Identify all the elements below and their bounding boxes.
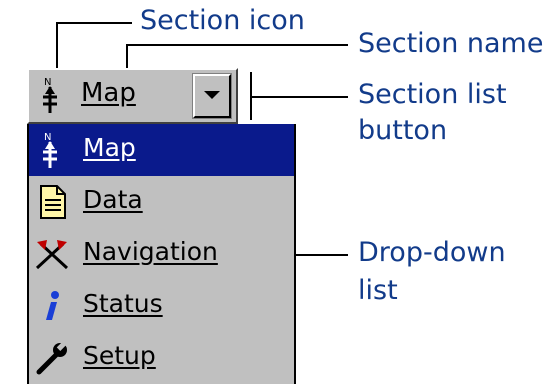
callout-section-name: Section name — [358, 28, 544, 59]
callout-section-icon: Section icon — [140, 5, 305, 36]
document-icon — [40, 185, 66, 219]
dropdown-item-label: Data — [83, 185, 143, 214]
callout-dropdown-list-line2: list — [358, 275, 398, 306]
north-arrow-icon: N — [43, 77, 57, 113]
dropdown-item-label: Map — [83, 133, 136, 162]
leader-line-section-list-button — [250, 96, 348, 98]
section-list-button[interactable] — [192, 73, 232, 119]
callout-dropdown-list-line1: Drop-down — [358, 237, 506, 268]
dropdown-item-label: Setup — [83, 341, 156, 370]
leader-line-section-name-horizontal — [126, 44, 348, 46]
section-dropdown-list[interactable]: N Map Data Navigation Status Setup — [27, 124, 296, 384]
dropdown-item-map[interactable]: N Map — [29, 124, 294, 176]
crossed-flags-icon — [35, 240, 69, 270]
dropdown-item-status[interactable]: Status — [29, 280, 294, 332]
info-icon — [46, 291, 59, 320]
leader-line-section-icon-vertical — [56, 22, 58, 70]
dropdown-item-data[interactable]: Data — [29, 176, 294, 228]
wrench-icon — [36, 341, 67, 375]
dropdown-item-navigation[interactable]: Navigation — [29, 228, 294, 280]
chevron-down-icon — [204, 91, 220, 99]
dropdown-item-setup[interactable]: Setup — [29, 332, 294, 384]
callout-section-list-button-line1: Section list — [358, 79, 507, 110]
section-selector[interactable]: N Map — [27, 68, 238, 124]
svg-text:N: N — [44, 132, 51, 143]
svg-text:N: N — [44, 77, 51, 88]
dropdown-item-label: Navigation — [83, 237, 218, 266]
section-name-label: Map — [81, 78, 136, 108]
callout-section-list-button-line2: button — [358, 115, 448, 146]
north-arrow-icon: N — [43, 132, 57, 168]
leader-line-dropdown-list — [296, 254, 348, 256]
leader-line-section-icon-horizontal — [56, 22, 132, 24]
leader-line-section-list-button-tick — [250, 72, 252, 120]
dropdown-item-label: Status — [83, 289, 163, 318]
